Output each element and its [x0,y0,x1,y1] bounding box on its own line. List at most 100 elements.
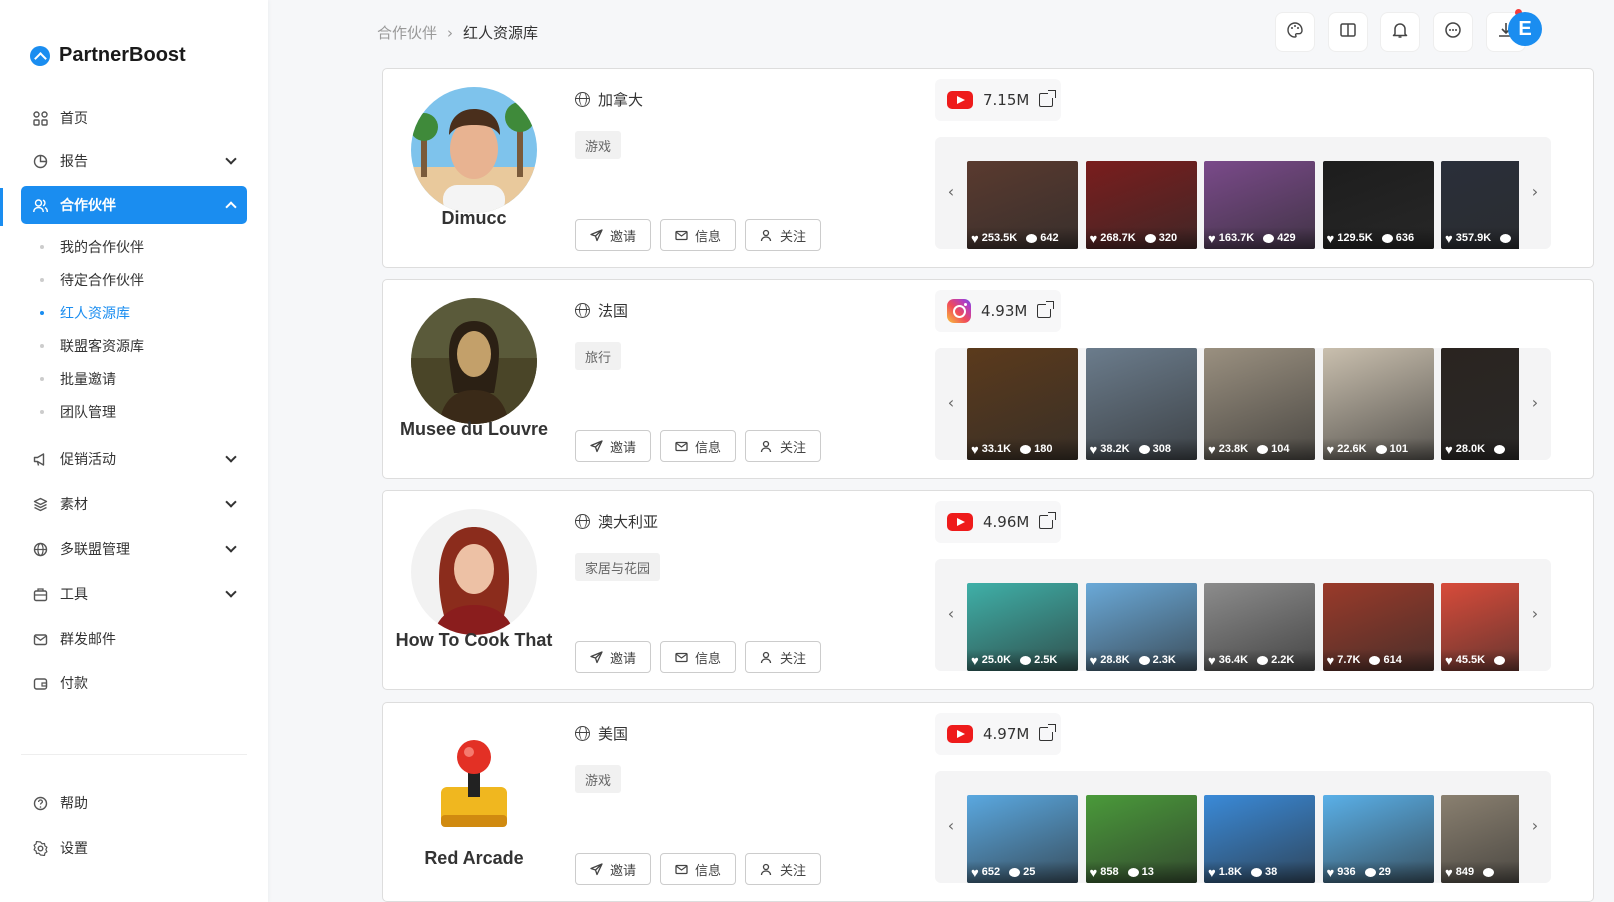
post-thumbnail[interactable]: ♥ 7.7K 614 [1322,583,1434,671]
post-thumbnail[interactable]: ♥ 36.4K 2.2K [1204,583,1315,671]
chevron-right-icon[interactable]: › [1523,601,1547,625]
chevron-left-icon[interactable]: ‹ [939,390,963,414]
post-thumbnail[interactable]: ♥ 253.5K 642 [967,161,1078,249]
heart-icon: ♥ [1445,441,1453,457]
post-thumbnail[interactable]: ♥ 652 25 [967,795,1078,883]
post-thumbnail[interactable]: ♥ 849 [1441,795,1519,883]
post-thumbnail[interactable]: ♥ 28.8K 2.3K [1085,583,1197,671]
post-thumbnail[interactable]: ♥ 268.7K 320 [1085,161,1197,249]
subnav-bulk-invite[interactable]: 批量邀请 [40,369,116,389]
post-thumbnail[interactable]: ♥ 23.8K 104 [1204,348,1315,460]
heart-icon: ♥ [1326,652,1335,668]
follow-button[interactable]: 关注 [745,219,821,251]
influencer-name[interactable]: How To Cook That [383,630,565,651]
message-button[interactable]: 信息 [660,219,736,251]
like-count: 25.0K [981,654,1012,666]
sidebar-item-label: 多联盟管理 [60,542,130,558]
influencer-avatar[interactable] [411,87,537,213]
external-link-icon[interactable] [1039,724,1057,741]
chevron-right-icon[interactable]: › [1523,813,1547,837]
post-thumbnail[interactable]: ♥ 22.6K 101 [1322,348,1434,460]
notifications-button[interactable] [1380,12,1420,52]
chevron-left-icon[interactable]: ‹ [939,601,963,625]
influencer-name[interactable]: Musee du Louvre [383,419,565,440]
external-link-icon[interactable] [1039,90,1057,107]
follow-button[interactable]: 关注 [745,641,821,673]
youtube-icon [947,91,973,109]
message-button[interactable]: 信息 [660,430,736,462]
external-link-icon[interactable] [1037,301,1055,318]
post-thumbnail[interactable]: ♥ 28.0K [1441,348,1519,460]
user-avatar[interactable]: E [1508,12,1542,46]
message-button[interactable]: 信息 [660,853,736,885]
post-thumbnail[interactable]: ♥ 129.5K 636 [1322,161,1434,249]
logo[interactable]: PartnerBoost [30,44,186,67]
subnav-influencer-library[interactable]: 红人资源库 [40,303,130,323]
logo-icon [30,45,50,66]
globe-icon [575,514,590,529]
external-link-icon[interactable] [1039,512,1057,529]
docs-button[interactable] [1328,12,1368,52]
sidebar-item-payments[interactable]: 付款 [21,664,247,702]
invite-button[interactable]: 邀请 [575,219,651,251]
mail-icon [675,652,688,662]
follow-button[interactable]: 关注 [745,430,821,462]
post-thumbnail[interactable]: ♥ 936 29 [1322,795,1434,883]
breadcrumb-parent[interactable]: 合作伙伴 [377,22,437,43]
post-thumbnail[interactable]: ♥ 38.2K 308 [1085,348,1197,460]
post-thumbnail[interactable]: ♥ 45.5K [1441,583,1519,671]
sidebar-item-materials[interactable]: 素材 [21,485,247,523]
post-thumbnail[interactable]: ♥ 25.0K 2.5K [967,583,1078,671]
chevron-left-icon[interactable]: ‹ [939,813,963,837]
post-thumbnail[interactable]: ♥ 33.1K 180 [967,348,1078,460]
subnav-pending-partners[interactable]: 待定合作伙伴 [40,270,144,290]
post-thumbnail[interactable]: ♥ 163.7K 429 [1204,161,1315,249]
invite-button[interactable]: 邀请 [575,430,651,462]
post-thumbnail[interactable]: ♥ 357.9K [1441,161,1519,249]
message-button[interactable]: 信息 [660,641,736,673]
sidebar-item-help[interactable]: 帮助 [21,784,247,822]
follow-button[interactable]: 关注 [745,853,821,885]
wallet-icon [33,676,48,691]
post-thumbnail[interactable]: ♥ 1.8K 38 [1204,795,1315,883]
comment-icon [1144,233,1156,243]
sidebar-item-bulk-email[interactable]: 群发邮件 [21,620,247,658]
post-gallery: ‹ ♥ 33.1K 180 ♥ 38.2K 308 ♥ 23.8K 104 ♥ 22.6K 101 ♥ 2… [935,348,1551,460]
comment-icon [1020,655,1032,665]
invite-button[interactable]: 邀请 [575,641,651,673]
influencer-name[interactable]: Dimucc [383,208,565,229]
sidebar-item-home[interactable]: 首页 [21,99,247,137]
heart-icon: ♥ [1208,864,1216,880]
influencer-avatar[interactable] [411,509,537,635]
influencer-name[interactable]: Red Arcade [383,848,565,869]
sidebar-item-promotions[interactable]: 促销活动 [21,440,247,478]
heart-icon: ♥ [1208,230,1216,246]
comment-count: 104 [1271,443,1290,455]
sidebar-item-settings[interactable]: 设置 [21,829,247,867]
post-thumbnail[interactable]: ♥ 858 13 [1085,795,1197,883]
chevron-right-icon[interactable]: › [1523,390,1547,414]
subnav-team-management[interactable]: 团队管理 [40,402,116,422]
invite-button[interactable]: 邀请 [575,853,651,885]
sidebar: PartnerBoost 首页 报告 合作伙伴 我的合作伙伴 待定合作伙伴 红人… [0,0,268,902]
comment-icon [1127,867,1139,877]
messages-button[interactable] [1433,12,1473,52]
chevron-right-icon[interactable]: › [1523,179,1547,203]
message-label: 信息 [694,229,721,245]
comment-icon [1500,233,1512,243]
theme-button[interactable] [1275,12,1315,52]
influencer-avatar[interactable] [411,721,537,847]
influencer-avatar[interactable] [411,298,537,424]
sidebar-item-reports[interactable]: 报告 [21,142,247,180]
instagram-icon [947,299,971,323]
subnav-affiliate-library[interactable]: 联盟客资源库 [40,336,144,356]
sidebar-item-partners[interactable]: 合作伙伴 [21,186,247,224]
chevron-left-icon[interactable]: ‹ [939,179,963,203]
follow-label: 关注 [779,229,806,245]
subnav-my-partners[interactable]: 我的合作伙伴 [40,237,144,257]
sidebar-item-multi-network[interactable]: 多联盟管理 [21,530,247,568]
message-label: 信息 [694,440,721,456]
like-count: 849 [1455,866,1475,878]
sidebar-item-tools[interactable]: 工具 [21,575,247,613]
follow-label: 关注 [779,440,806,456]
